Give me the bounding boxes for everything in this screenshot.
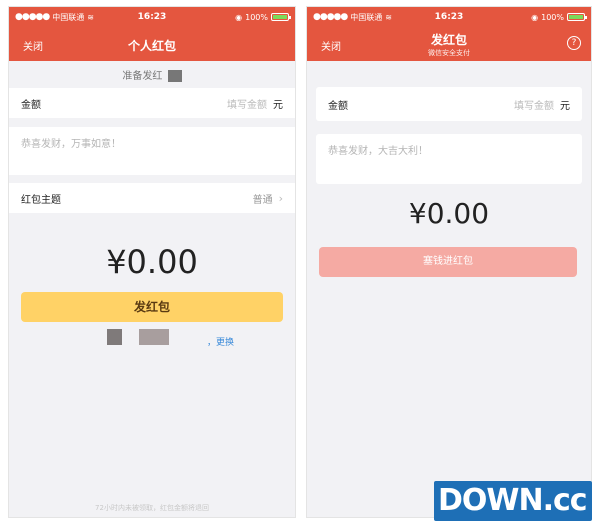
send-red-packet-button[interactable]: 发红包 xyxy=(21,292,283,322)
theme-row[interactable]: 红包主题 普通 › xyxy=(9,183,295,213)
status-bar: ●●●●● 中国联通 ≋ 16:23 ◉ 100% xyxy=(307,7,591,27)
wifi-icon: ≋ xyxy=(87,12,94,22)
help-button[interactable]: ? xyxy=(567,36,581,50)
theme-label: 红包主题 xyxy=(21,194,61,206)
chevron-right-icon: › xyxy=(278,191,283,205)
blurred-text xyxy=(139,329,169,345)
amount-row[interactable]: 金额 填写金额 元 xyxy=(316,87,582,121)
page-title: 个人红包 xyxy=(127,39,176,53)
right-phone-screen: ●●●●● 中国联通 ≋ 16:23 ◉ 100% 关闭 发红包 微信安全支付 … xyxy=(306,6,592,518)
amount-unit: 元 xyxy=(273,99,283,111)
prepare-notice: 准备发红 xyxy=(9,67,295,82)
amount-label: 金额 xyxy=(328,100,348,112)
blurred-avatar xyxy=(167,70,182,82)
watermark-logo: DOWN.cc xyxy=(434,481,592,521)
change-link[interactable]: ，更换 xyxy=(207,335,234,348)
amount-input[interactable]: 填写金额 xyxy=(227,96,267,111)
page-title: 发红包 xyxy=(430,33,467,47)
amount-label: 金额 xyxy=(21,99,41,111)
nav-bar: 关闭 个人红包 xyxy=(9,27,295,61)
watermark-text: DOWN.cc xyxy=(438,483,588,518)
lock-rotation-icon: ◉ xyxy=(235,12,243,22)
lock-rotation-icon: ◉ xyxy=(531,12,539,22)
left-phone-screen: ●●●●● 中国联通 ≋ 16:23 ◉ 100% 关闭 个人红包 准备发红 金… xyxy=(8,6,296,518)
battery-icon xyxy=(567,13,587,21)
nav-bar: 关闭 发红包 微信安全支付 ? xyxy=(307,27,591,61)
blurred-text xyxy=(107,329,122,345)
battery-percent: 100% xyxy=(245,12,268,22)
theme-value: 普通 xyxy=(252,194,273,206)
submit-money-button[interactable]: 塞钱进红包 xyxy=(319,247,577,277)
footer-note: 72小时内未被领取，红包金额将退回 xyxy=(95,504,209,512)
amount-input[interactable]: 填写金额 xyxy=(514,97,554,112)
message-input[interactable]: 恭喜发财，万事如意！ xyxy=(9,127,295,175)
signal-icon: ●●●●● xyxy=(15,12,50,22)
battery-icon xyxy=(271,13,291,21)
signal-icon: ●●●●● xyxy=(313,12,348,22)
carrier-label: 中国联通 xyxy=(52,12,85,22)
amount-display: ¥0.00 xyxy=(106,243,198,281)
page-subtitle: 微信安全支付 xyxy=(428,49,470,57)
status-bar: ●●●●● 中国联通 ≋ 16:23 ◉ 100% xyxy=(9,7,295,27)
carrier-label: 中国联通 xyxy=(350,12,383,22)
amount-display: ¥0.00 xyxy=(408,197,490,230)
change-link-label[interactable]: 更换 xyxy=(216,338,234,348)
battery-percent: 100% xyxy=(541,12,564,22)
message-input[interactable]: 恭喜发财，大吉大利！ xyxy=(316,134,582,184)
amount-unit: 元 xyxy=(560,100,570,112)
prepare-text: 准备发红 xyxy=(122,71,163,82)
wifi-icon: ≋ xyxy=(385,12,392,22)
amount-row[interactable]: 金额 填写金额 元 xyxy=(9,88,295,118)
